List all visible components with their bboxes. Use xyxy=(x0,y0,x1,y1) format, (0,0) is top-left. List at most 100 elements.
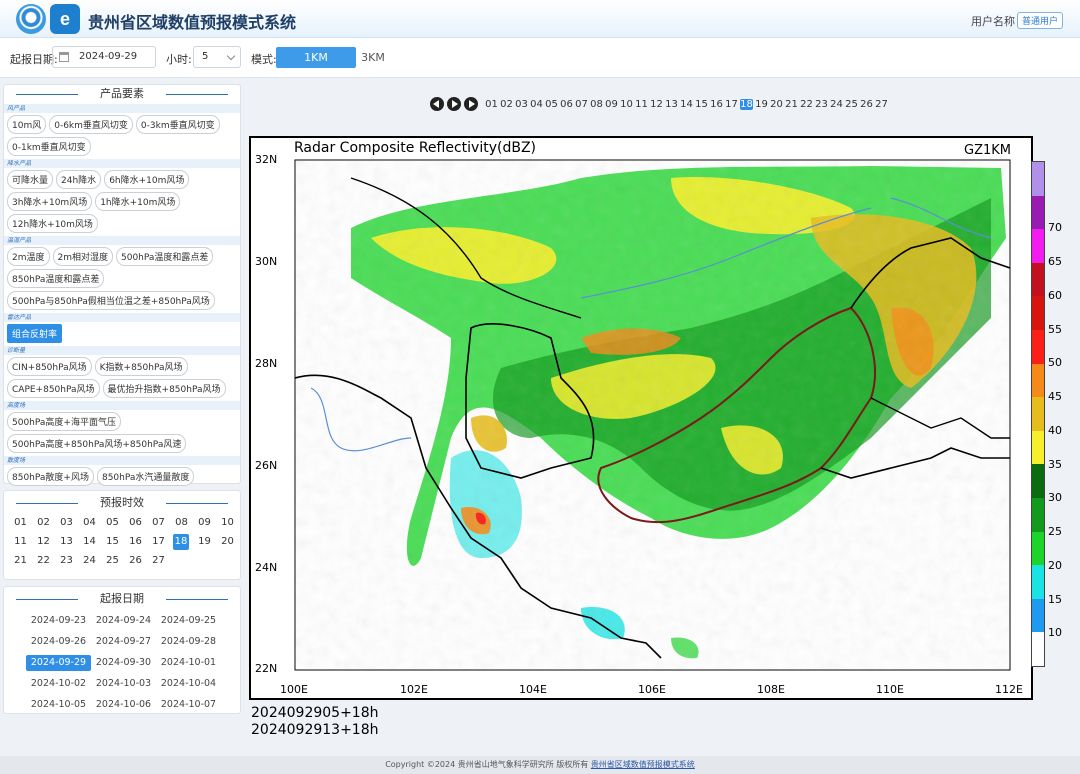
timeline-step[interactable]: 22 xyxy=(799,99,814,110)
timeline-step[interactable]: 26 xyxy=(859,99,874,110)
timeline-step[interactable]: 08 xyxy=(589,99,604,110)
start-date-item[interactable]: 2024-09-28 xyxy=(156,634,221,650)
product-chip[interactable]: 1h降水+10m风场 xyxy=(95,192,181,211)
start-date-item[interactable]: 2024-09-29 xyxy=(26,655,91,671)
product-chip[interactable]: 500hPa高度+850hPa风场+850hPa风速 xyxy=(7,434,187,453)
forecast-time-item[interactable]: 26 xyxy=(124,553,147,569)
forecast-time-item[interactable]: 08 xyxy=(170,515,193,531)
start-date-item[interactable]: 2024-09-30 xyxy=(91,655,156,671)
forecast-time-item[interactable]: 12 xyxy=(32,534,55,550)
forecast-time-item[interactable]: 24 xyxy=(78,553,101,569)
timeline-step[interactable]: 06 xyxy=(559,99,574,110)
forecast-time-item[interactable]: 05 xyxy=(101,515,124,531)
timeline-step[interactable]: 13 xyxy=(664,99,679,110)
forecast-time-item[interactable]: 15 xyxy=(101,534,124,550)
forecast-time-item[interactable]: 13 xyxy=(55,534,78,550)
timeline-step[interactable]: 09 xyxy=(604,99,619,110)
product-chip[interactable]: K指数+850hPa风场 xyxy=(94,357,188,376)
forecast-time-item[interactable]: 18 xyxy=(173,534,189,550)
timeline-step[interactable]: 05 xyxy=(544,99,559,110)
timeline-step[interactable]: 23 xyxy=(814,99,829,110)
forecast-time-item[interactable]: 06 xyxy=(124,515,147,531)
start-date-item[interactable]: 2024-09-24 xyxy=(91,613,156,629)
forecast-time-item[interactable]: 03 xyxy=(55,515,78,531)
product-chip[interactable]: CAPE+850hPa风场 xyxy=(7,379,100,398)
product-chip[interactable]: 850hPa水汽通量散度 xyxy=(96,467,195,486)
forecast-time-item[interactable]: 10 xyxy=(216,515,239,531)
forecast-time-item[interactable]: 27 xyxy=(147,553,170,569)
forecast-time-item[interactable]: 22 xyxy=(32,553,55,569)
timeline-step[interactable]: 18 xyxy=(740,98,753,110)
start-date-item[interactable]: 2024-10-06 xyxy=(91,697,156,713)
forecast-time-item[interactable]: 11 xyxy=(9,534,32,550)
hour-select[interactable]: 5 xyxy=(193,46,241,68)
start-date-item[interactable]: 2024-10-04 xyxy=(156,676,221,692)
timeline-step[interactable]: 25 xyxy=(844,99,859,110)
product-chip[interactable]: 850hPa温度和露点差 xyxy=(7,269,105,288)
product-chip[interactable]: 组合反射率 xyxy=(7,324,63,343)
timeline-step[interactable]: 03 xyxy=(514,99,529,110)
last-frame-icon[interactable] xyxy=(464,97,478,111)
timeline-step[interactable]: 21 xyxy=(784,99,799,110)
forecast-time-item[interactable]: 25 xyxy=(101,553,124,569)
start-date-item[interactable]: 2024-10-01 xyxy=(156,655,221,671)
product-chip[interactable]: 0-1km垂直风切变 xyxy=(7,137,91,156)
mode-1km-button[interactable]: 1KM xyxy=(276,47,356,68)
product-chip[interactable]: 3h降水+10m风场 xyxy=(7,192,93,211)
product-chip[interactable]: 24h降水 xyxy=(56,170,102,189)
first-frame-icon[interactable] xyxy=(430,97,444,111)
start-date-item[interactable]: 2024-09-25 xyxy=(156,613,221,629)
timeline-step[interactable]: 20 xyxy=(769,99,784,110)
product-chip[interactable]: 2m相对湿度 xyxy=(52,247,113,266)
timeline-step[interactable]: 12 xyxy=(649,99,664,110)
timeline-step[interactable]: 10 xyxy=(619,99,634,110)
timeline-step[interactable]: 14 xyxy=(679,99,694,110)
product-chip[interactable]: CIN+850hPa风场 xyxy=(7,357,92,376)
product-chip[interactable]: 最优抬升指数+850hPa风场 xyxy=(102,379,226,398)
product-chip[interactable]: 0-6km垂直风切变 xyxy=(49,115,133,134)
forecast-time-item[interactable]: 20 xyxy=(216,534,239,550)
product-chip[interactable]: 6h降水+10m风场 xyxy=(104,170,190,189)
product-chip[interactable]: 可降水量 xyxy=(7,170,54,189)
product-chip[interactable]: 12h降水+10m风场 xyxy=(7,214,98,233)
footer-link[interactable]: 贵州省区域数值预报模式系统 xyxy=(591,760,695,769)
forecast-time-item[interactable]: 17 xyxy=(147,534,170,550)
mode-3km-button[interactable]: 3KM xyxy=(358,47,388,68)
forecast-time-item[interactable]: 07 xyxy=(147,515,170,531)
forecast-time-item[interactable]: 09 xyxy=(193,515,216,531)
timeline-step[interactable]: 01 xyxy=(484,99,499,110)
forecast-time-item[interactable]: 19 xyxy=(193,534,216,550)
forecast-time-item[interactable]: 04 xyxy=(78,515,101,531)
timeline-step[interactable]: 17 xyxy=(724,99,739,110)
play-icon[interactable] xyxy=(447,97,461,111)
forecast-time-item[interactable]: 14 xyxy=(78,534,101,550)
timeline-step[interactable]: 04 xyxy=(529,99,544,110)
forecast-time-item[interactable]: 01 xyxy=(9,515,32,531)
forecast-time-item[interactable]: 02 xyxy=(32,515,55,531)
start-date-item[interactable]: 2024-10-07 xyxy=(156,697,221,713)
start-date-item[interactable]: 2024-10-03 xyxy=(91,676,156,692)
start-date-item[interactable]: 2024-10-02 xyxy=(26,676,91,692)
start-date-item[interactable]: 2024-09-23 xyxy=(26,613,91,629)
timeline-step[interactable]: 19 xyxy=(754,99,769,110)
product-chip[interactable]: 850hPa散度+风场 xyxy=(7,467,94,486)
timeline-step[interactable]: 07 xyxy=(574,99,589,110)
timeline-step[interactable]: 16 xyxy=(709,99,724,110)
start-date-item[interactable]: 2024-09-26 xyxy=(26,634,91,650)
timeline-step[interactable]: 24 xyxy=(829,99,844,110)
forecast-time-item[interactable]: 21 xyxy=(9,553,32,569)
timeline-step[interactable]: 15 xyxy=(694,99,709,110)
start-date-item[interactable]: 2024-09-27 xyxy=(91,634,156,650)
timeline-step[interactable]: 11 xyxy=(634,99,649,110)
forecast-time-item[interactable]: 23 xyxy=(55,553,78,569)
timeline-step[interactable]: 02 xyxy=(499,99,514,110)
timeline-step[interactable]: 27 xyxy=(874,99,889,110)
start-date-item[interactable]: 2024-10-05 xyxy=(26,697,91,713)
product-chip[interactable]: 500hPa高度+海平面气压 xyxy=(7,412,121,431)
product-chip[interactable]: 0-3km垂直风切变 xyxy=(135,115,220,134)
product-chip[interactable]: 500hPa温度和露点差 xyxy=(116,247,214,266)
product-chip[interactable]: 2m温度 xyxy=(7,247,50,266)
product-chip[interactable]: 10m风 xyxy=(7,115,47,134)
start-date-input[interactable]: 2024-09-29 xyxy=(52,46,156,68)
forecast-time-item[interactable]: 16 xyxy=(124,534,147,550)
